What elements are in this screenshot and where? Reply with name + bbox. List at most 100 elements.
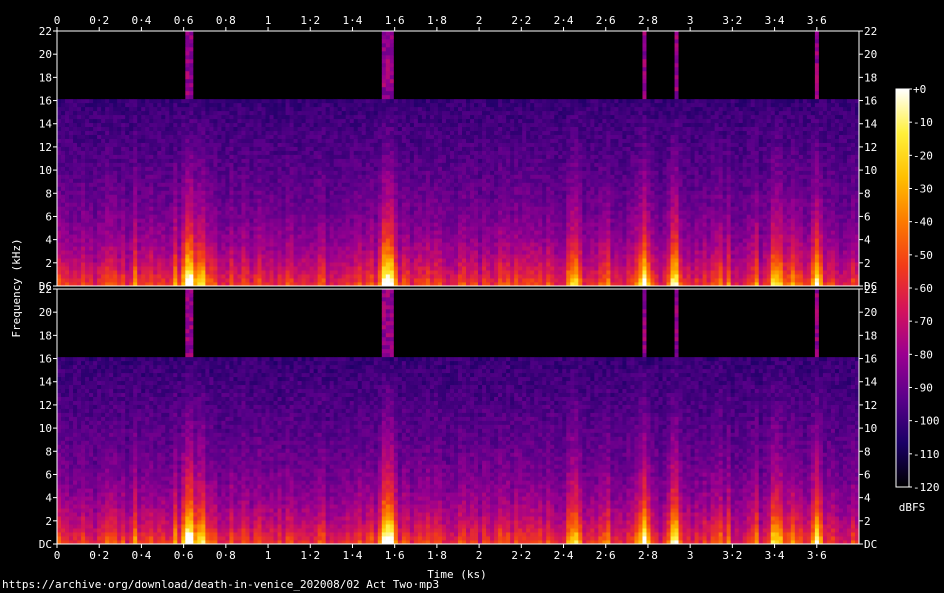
- heatmap-cell: [141, 59, 145, 63]
- heatmap-cell: [121, 31, 125, 35]
- heatmap-cell: [89, 51, 93, 55]
- heatmap-cell: [57, 47, 61, 51]
- heatmap-cell: [97, 238, 101, 242]
- heatmap-cell: [145, 67, 149, 71]
- heatmap-cell: [69, 147, 73, 151]
- heatmap-cell: [69, 143, 73, 147]
- heatmap-cell: [109, 55, 113, 59]
- heatmap-cell: [129, 67, 133, 71]
- heatmap-cell: [93, 67, 97, 71]
- heatmap-cell: [69, 270, 73, 274]
- heatmap-cell: [129, 143, 133, 147]
- heatmap-cell: [153, 63, 157, 67]
- heatmap-cell: [57, 83, 61, 87]
- heatmap-cell: [117, 83, 121, 87]
- heatmap-cell: [81, 47, 85, 51]
- heatmap-cell: [141, 67, 145, 71]
- heatmap-cell: [133, 103, 137, 107]
- heatmap-cell: [85, 254, 89, 258]
- heatmap-cell: [129, 278, 133, 282]
- heatmap-cell: [69, 55, 73, 59]
- heatmap-cell: [81, 198, 85, 202]
- heatmap-cell: [125, 250, 129, 254]
- heatmap-cell: [113, 103, 117, 107]
- heatmap-cell: [57, 250, 61, 254]
- heatmap-cell: [77, 242, 81, 246]
- heatmap-cell: [57, 222, 61, 226]
- heatmap-cell: [93, 127, 97, 131]
- heatmap-cell: [101, 242, 105, 246]
- heatmap-cell: [137, 278, 141, 282]
- heatmap-cell: [129, 246, 133, 250]
- heatmap-cell: [117, 234, 121, 238]
- heatmap-cell: [133, 246, 137, 250]
- heatmap-cell: [73, 83, 77, 87]
- heatmap-cell: [73, 198, 77, 202]
- heatmap-cell: [93, 278, 97, 282]
- heatmap-cell: [73, 107, 77, 111]
- heatmap-cell: [57, 226, 61, 230]
- heatmap-cell: [121, 274, 125, 278]
- heatmap-cell: [113, 35, 117, 39]
- heatmap-cell: [121, 174, 125, 178]
- heatmap-cell: [157, 151, 161, 155]
- heatmap-cell: [101, 230, 105, 234]
- heatmap-cell: [89, 250, 93, 254]
- heatmap-cell: [133, 51, 137, 55]
- heatmap-cell: [153, 214, 157, 218]
- heatmap-cell: [125, 190, 129, 194]
- heatmap-cell: [125, 242, 129, 246]
- heatmap-cell: [137, 87, 141, 91]
- heatmap-cell: [101, 274, 105, 278]
- heatmap-cell: [57, 194, 61, 198]
- heatmap-cell: [85, 143, 89, 147]
- heatmap-cell: [61, 242, 65, 246]
- heatmap-cell: [57, 103, 61, 107]
- heatmap-cell: [81, 151, 85, 155]
- heatmap-cell: [157, 178, 161, 182]
- heatmap-cell: [153, 155, 157, 159]
- heatmap-cell: [157, 230, 161, 234]
- heatmap-cell: [97, 222, 101, 226]
- heatmap-cell: [61, 31, 65, 35]
- heatmap-cell: [81, 230, 85, 234]
- heatmap-cell: [137, 47, 141, 51]
- heatmap-cell: [109, 95, 113, 99]
- heatmap-cell: [125, 198, 129, 202]
- heatmap-cell: [109, 83, 113, 87]
- heatmap-cell: [101, 147, 105, 151]
- heatmap-cell: [117, 190, 121, 194]
- heatmap-cell: [57, 262, 61, 266]
- heatmap-cell: [113, 222, 117, 226]
- heatmap-cell: [133, 234, 137, 238]
- heatmap-cell: [117, 258, 121, 262]
- heatmap-cell: [65, 43, 69, 47]
- heatmap-cell: [89, 103, 93, 107]
- heatmap-cell: [121, 210, 125, 214]
- heatmap-cell: [153, 103, 157, 107]
- heatmap-cell: [113, 266, 117, 270]
- heatmap-cell: [117, 123, 121, 127]
- heatmap-cell: [153, 75, 157, 79]
- heatmap-cell: [97, 194, 101, 198]
- heatmap-cell: [85, 147, 89, 151]
- heatmap-cell: [121, 35, 125, 39]
- heatmap-cell: [57, 174, 61, 178]
- heatmap-cell: [149, 238, 153, 242]
- heatmap-cell: [149, 155, 153, 159]
- heatmap-cell: [121, 51, 125, 55]
- heatmap-cell: [153, 79, 157, 83]
- heatmap-cell: [125, 162, 129, 166]
- heatmap-cell: [121, 222, 125, 226]
- heatmap-cell: [65, 39, 69, 43]
- heatmap-cell: [141, 43, 145, 47]
- heatmap-cell: [129, 107, 133, 111]
- heatmap-cell: [113, 95, 117, 99]
- heatmap-cell: [65, 162, 69, 166]
- heatmap-cell: [129, 35, 133, 39]
- heatmap-cell: [81, 107, 85, 111]
- heatmap-cell: [121, 131, 125, 135]
- heatmap-cell: [105, 186, 109, 190]
- heatmap-cell: [113, 99, 117, 103]
- heatmap-cell: [149, 159, 153, 163]
